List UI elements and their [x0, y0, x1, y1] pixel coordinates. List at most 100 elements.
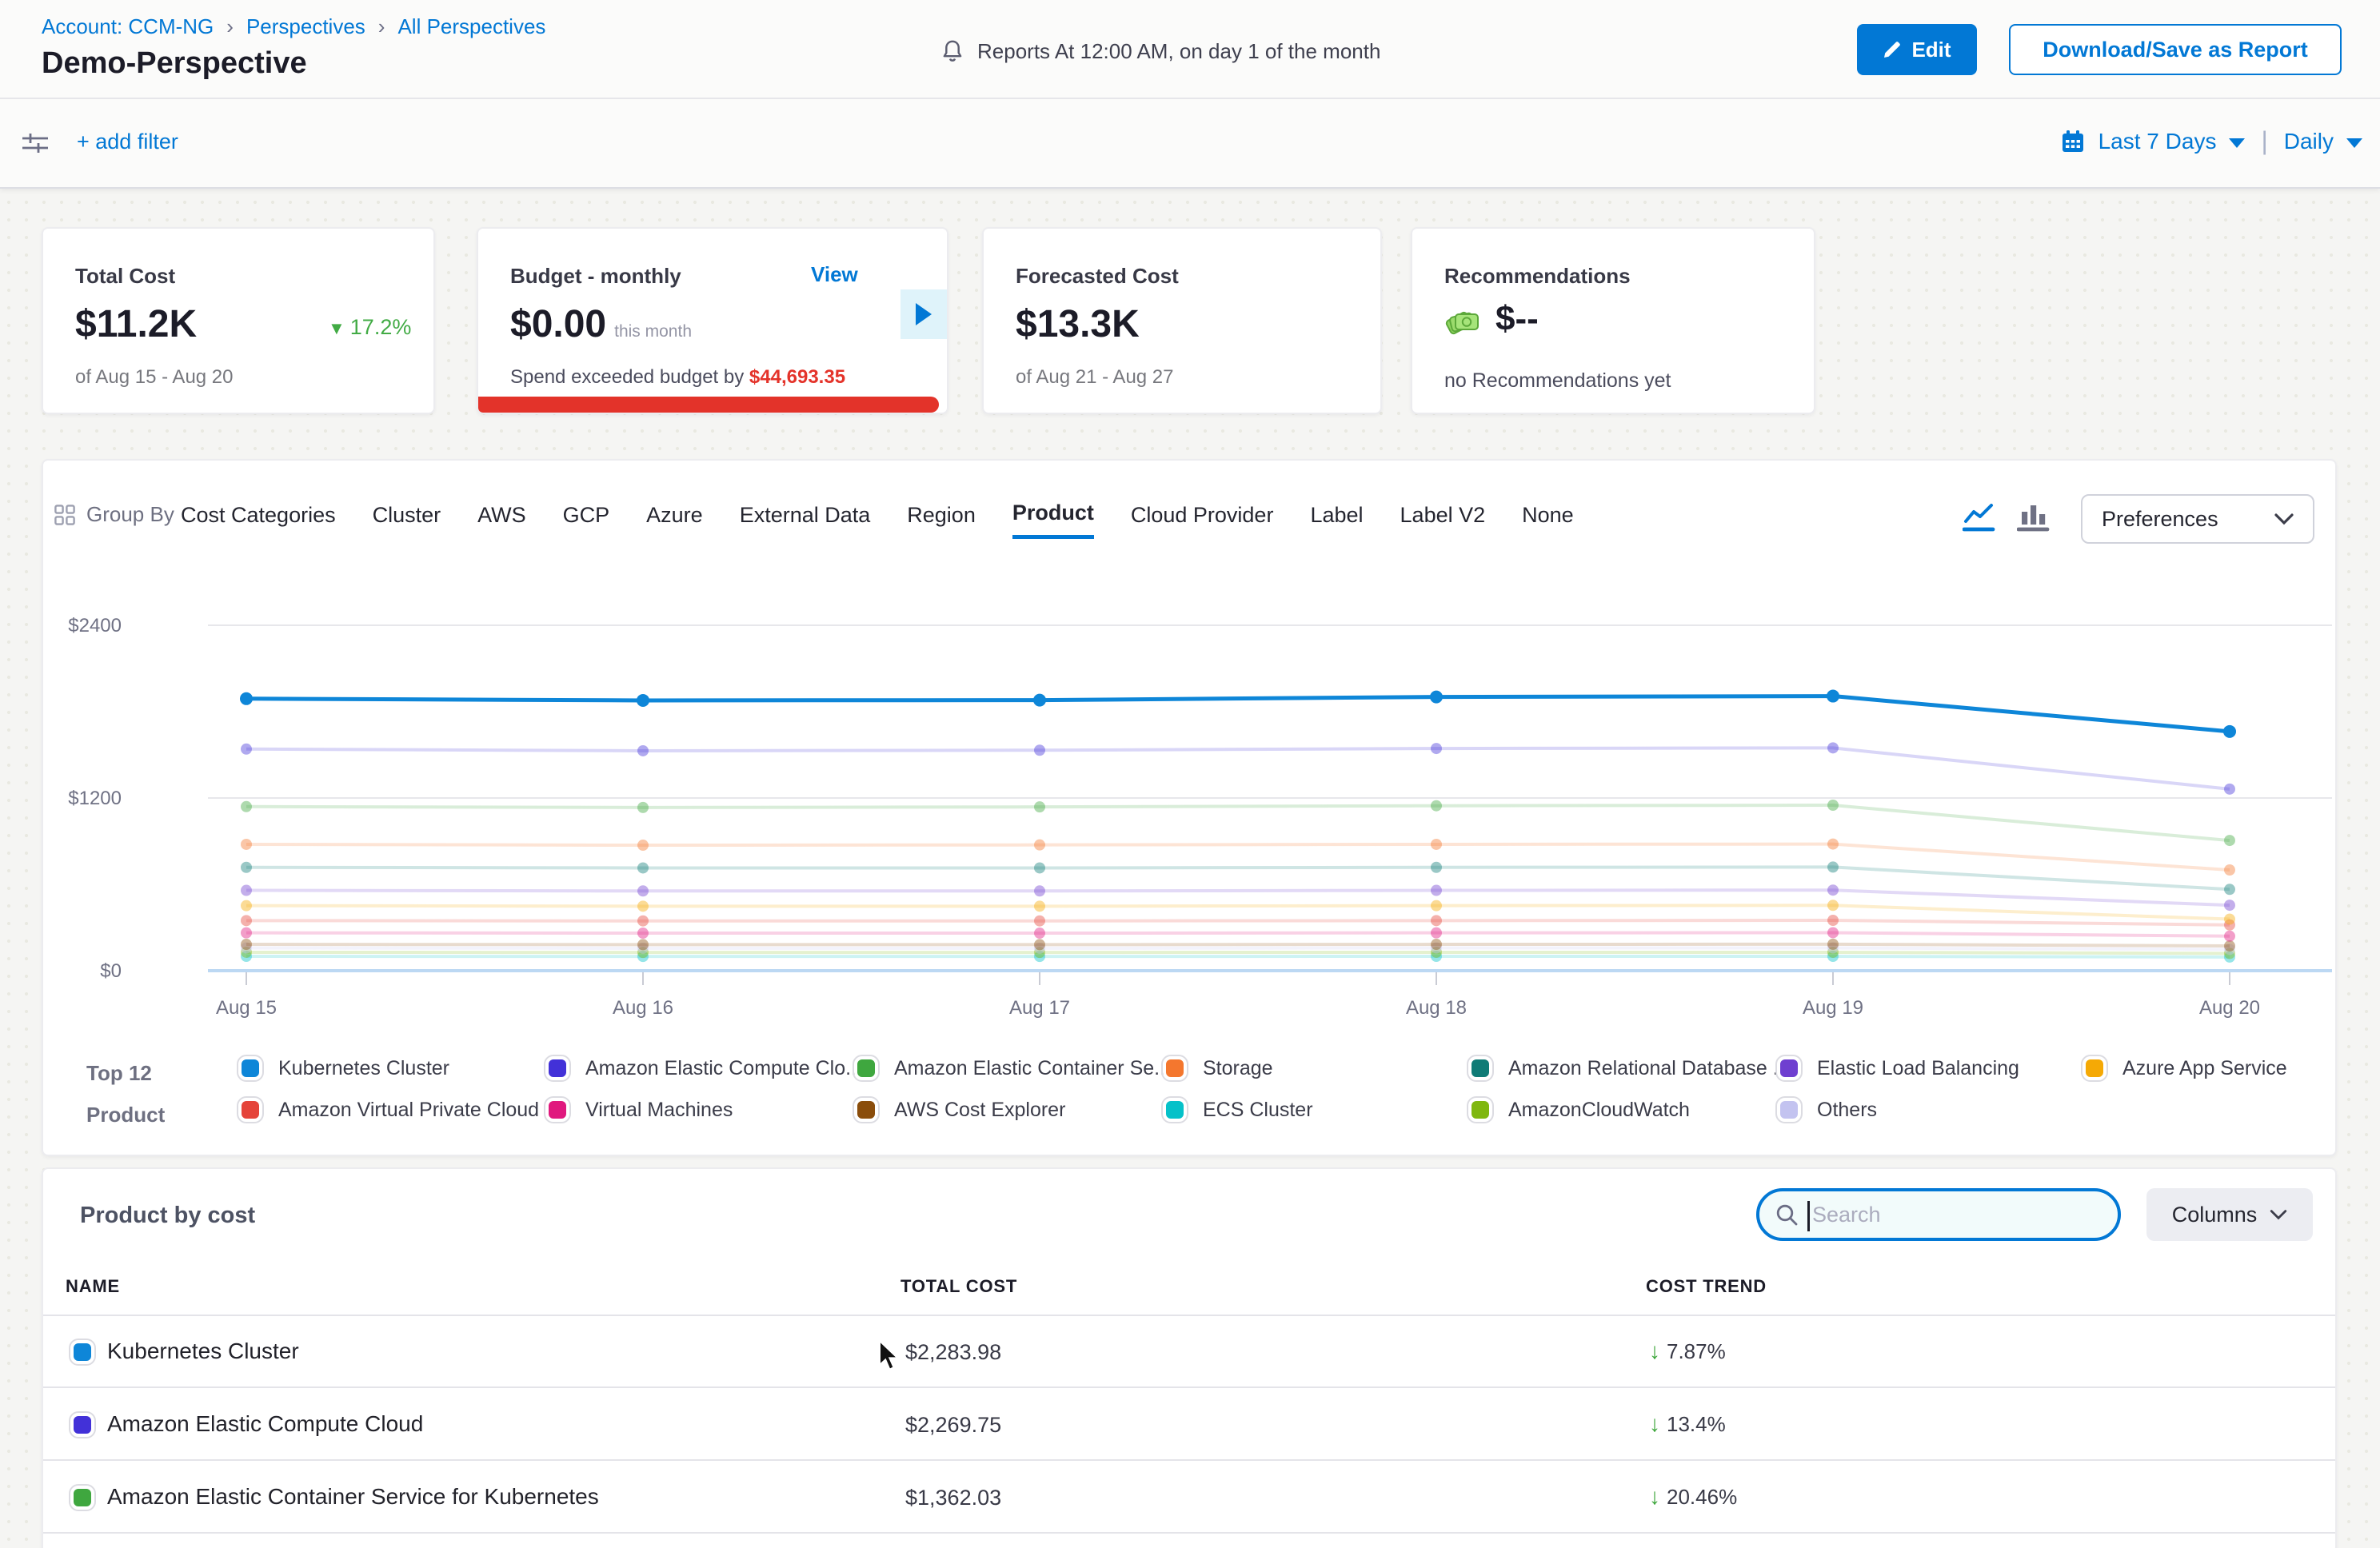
edit-button[interactable]: Edit	[1857, 24, 1977, 75]
breadcrumb-account-link[interactable]: Account: CCM-NG	[42, 14, 214, 39]
budget-next-button[interactable]	[900, 289, 947, 339]
forecasted-cost-value: $13.3K	[1016, 302, 1140, 346]
group-by-label: Group By	[54, 502, 174, 527]
divider: |	[2258, 126, 2270, 156]
add-filter-button[interactable]: + add filter	[77, 130, 178, 154]
row-total-cost: $2,283.98	[905, 1340, 1001, 1365]
legend-label: Others	[1817, 1099, 1877, 1122]
row-total-cost: $2,269.75	[905, 1413, 1001, 1438]
series-color-swatch	[238, 1056, 262, 1080]
download-save-report-button[interactable]: Download/Save as Report	[2009, 24, 2342, 75]
series-color-swatch	[545, 1056, 569, 1080]
ccm-perspective-page: Account: CCM-NG › Perspectives › All Per…	[0, 0, 2380, 1548]
breadcrumb-separator-icon: ›	[226, 14, 234, 39]
bell-icon	[940, 38, 964, 64]
tab-product[interactable]: Product	[1012, 501, 1094, 539]
chart-panel: Group By Cost Categories Cluster AWS GCP Azu…	[42, 459, 2337, 1156]
tab-label-v2[interactable]: Label V2	[1400, 503, 1486, 541]
date-range-selector[interactable]: Last 7 Days	[2098, 129, 2217, 154]
trend-down-icon: ▼	[328, 318, 345, 338]
legend-label: Amazon Virtual Private Cloud	[278, 1099, 539, 1122]
tab-external-data[interactable]: External Data	[740, 503, 871, 541]
legend-item[interactable]: Amazon Elastic Container Se...	[854, 1055, 1171, 1081]
legend-item[interactable]: Virtual Machines	[545, 1097, 733, 1123]
preferences-dropdown[interactable]: Preferences	[2081, 494, 2314, 544]
table-row[interactable]: Amazon Elastic Container Service for Kub…	[43, 1462, 2335, 1534]
svg-text:Aug 18: Aug 18	[1406, 997, 1467, 1019]
recommendations-value-row: $--	[1444, 299, 1539, 339]
legend-label: Virtual Machines	[585, 1099, 733, 1122]
legend-item[interactable]: Elastic Load Balancing	[1777, 1055, 2019, 1081]
trend-down-icon: ↓	[1649, 1339, 1660, 1363]
column-header-name[interactable]: NAME	[66, 1276, 120, 1297]
table-row[interactable]: Amazon Elastic Compute Cloud$2,269.75↓13…	[43, 1389, 2335, 1461]
budget-progress-bar	[478, 397, 939, 413]
group-by-row: Group By Cost Categories Cluster AWS GCP Azu…	[43, 488, 2335, 549]
tab-azure[interactable]: Azure	[646, 503, 703, 541]
tab-cloud-provider[interactable]: Cloud Provider	[1131, 503, 1274, 541]
legend-label: AmazonCloudWatch	[1508, 1099, 1690, 1122]
series-color-swatch	[1468, 1098, 1492, 1122]
tab-label[interactable]: Label	[1310, 503, 1363, 541]
legend-label: Amazon Relational Database ...	[1508, 1057, 1790, 1080]
legend-item[interactable]: Others	[1777, 1097, 1877, 1123]
legend-item[interactable]: AmazonCloudWatch	[1468, 1097, 1690, 1123]
table-header-row: NAME TOTAL COST COST TREND	[43, 1259, 2335, 1316]
series-color-swatch	[1468, 1056, 1492, 1080]
legend-label: Azure App Service	[2122, 1057, 2287, 1080]
column-header-cost-trend[interactable]: COST TREND	[1646, 1276, 1767, 1297]
tab-cluster[interactable]: Cluster	[373, 503, 441, 541]
row-product-name: Amazon Elastic Container Service for Kub…	[107, 1484, 599, 1510]
bar-chart-toggle[interactable]	[2017, 502, 2052, 534]
legend-item[interactable]: Amazon Virtual Private Cloud	[238, 1097, 539, 1123]
legend-item[interactable]: Kubernetes Cluster	[238, 1055, 449, 1081]
table-row[interactable]: Kubernetes Cluster$2,283.98↓7.87%	[43, 1316, 2335, 1388]
legend-item[interactable]: ECS Cluster	[1163, 1097, 1313, 1123]
tab-cost-categories[interactable]: Cost Categories	[181, 503, 336, 541]
tab-aws[interactable]: AWS	[477, 503, 526, 541]
series-color-swatch	[2082, 1056, 2106, 1080]
forecasted-cost-card: Forecasted Cost $13.3K of Aug 21 - Aug 2…	[982, 227, 1382, 414]
legend-item[interactable]: AWS Cost Explorer	[854, 1097, 1065, 1123]
tab-none[interactable]: None	[1522, 503, 1574, 541]
tab-gcp[interactable]: GCP	[563, 503, 610, 541]
granularity-selector[interactable]: Daily	[2284, 129, 2334, 154]
trend-down-icon: ↓	[1649, 1411, 1660, 1436]
svg-text:Aug 19: Aug 19	[1803, 997, 1863, 1019]
series-color-swatch	[1163, 1098, 1187, 1122]
svg-text:Aug 16: Aug 16	[613, 997, 673, 1019]
legend-item[interactable]: Amazon Relational Database ...	[1468, 1055, 1790, 1081]
column-header-total-cost[interactable]: TOTAL COST	[900, 1276, 1017, 1297]
breadcrumb-separator-icon: ›	[378, 14, 385, 39]
total-cost-trend: ▼17.2%	[328, 315, 411, 340]
series-color-swatch	[70, 1413, 94, 1437]
pencil-icon	[1883, 40, 1902, 59]
group-by-tabs: Cost Categories Cluster AWS GCP Azure Externa…	[181, 493, 1574, 541]
budget-label: Budget - monthly	[510, 264, 681, 289]
chevron-down-icon[interactable]	[2229, 138, 2245, 148]
columns-dropdown[interactable]: Columns	[2146, 1188, 2313, 1241]
breadcrumb: Account: CCM-NG › Perspectives › All Per…	[42, 14, 545, 39]
legend-item[interactable]: Azure App Service	[2082, 1055, 2287, 1081]
series-color-swatch	[1163, 1056, 1187, 1080]
chevron-down-icon[interactable]	[2346, 138, 2362, 148]
breadcrumb-all-perspectives-link[interactable]: All Perspectives	[397, 14, 545, 39]
series-color-swatch	[70, 1340, 94, 1364]
line-chart-toggle[interactable]	[1963, 502, 1998, 534]
table-title: Product by cost	[80, 1203, 255, 1229]
total-cost-card: Total Cost $11.2K ▼17.2% of Aug 15 - Aug…	[42, 227, 435, 414]
legend-label: Amazon Elastic Compute Clo...	[585, 1057, 862, 1080]
budget-value: $0.00this month	[510, 302, 692, 346]
svg-text:$1200: $1200	[68, 788, 122, 809]
tab-region[interactable]: Region	[907, 503, 976, 541]
budget-exceeded-text: Spend exceeded budget by $44,693.35	[510, 366, 845, 389]
legend-item[interactable]: Amazon Elastic Compute Clo...	[545, 1055, 862, 1081]
breadcrumb-perspectives-link[interactable]: Perspectives	[246, 14, 365, 39]
cost-trend-line-chart[interactable]: $0$1200$2400Aug 15Aug 16Aug 17Aug 18Aug …	[43, 593, 2338, 1057]
legend-item[interactable]: Storage	[1163, 1055, 1273, 1081]
budget-value-suffix: this month	[614, 322, 692, 341]
budget-view-link[interactable]: View	[811, 262, 858, 287]
search-input[interactable]	[1798, 1203, 2102, 1227]
filter-settings-button[interactable]	[16, 128, 54, 163]
filter-bar: + add filter Last 7 Days | Daily	[0, 99, 2380, 189]
